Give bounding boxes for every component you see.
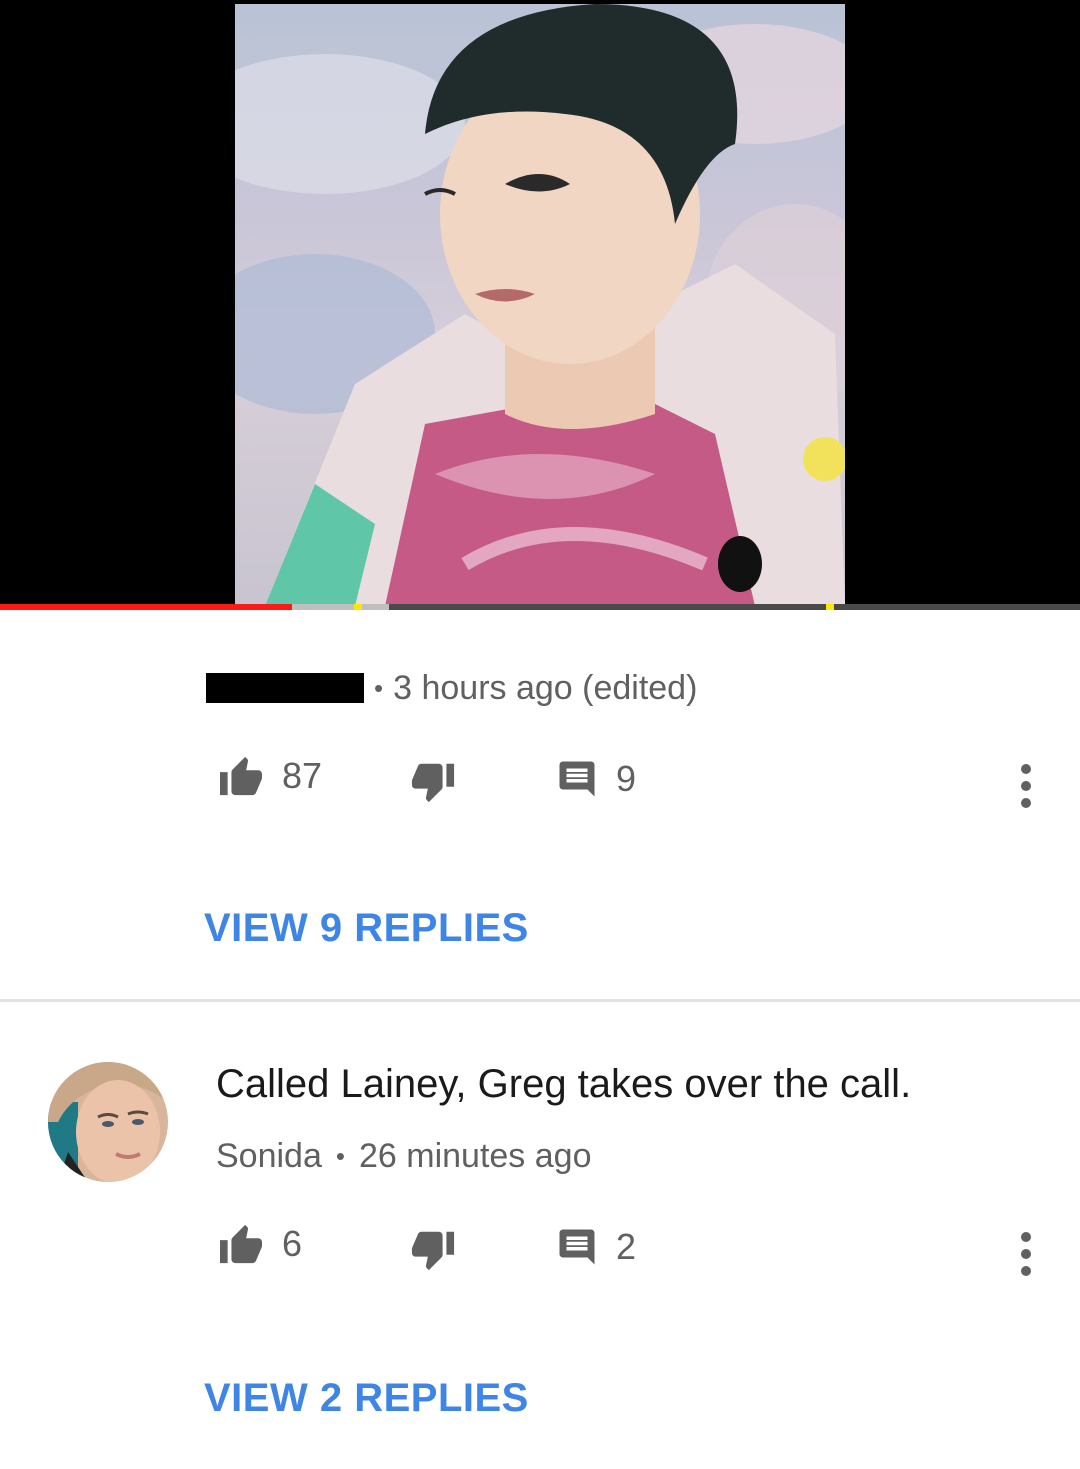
reply-button[interactable]: 2 bbox=[556, 1226, 636, 1268]
comment-actions: 6 2 bbox=[0, 1218, 1080, 1278]
comment-actions: 87 9 bbox=[0, 750, 1080, 810]
comment-icon bbox=[559, 1229, 595, 1265]
comment-thread: Called Lainey, Greg takes over the call.… bbox=[0, 1002, 1080, 1469]
comment-thread: • 3 hours ago (edited) 87 9 VIEW 9 REPLI… bbox=[0, 610, 1080, 1000]
comment-text: Called Lainey, Greg takes over the call. bbox=[216, 1062, 912, 1106]
avatar[interactable] bbox=[48, 1062, 168, 1182]
meta-separator: • bbox=[335, 1140, 345, 1171]
view-replies-link[interactable]: VIEW 2 REPLIES bbox=[204, 1376, 529, 1421]
video-frame[interactable] bbox=[235, 4, 845, 606]
more-vert-icon[interactable] bbox=[1012, 763, 1040, 809]
dislike-button[interactable] bbox=[410, 1226, 456, 1272]
like-count: 87 bbox=[282, 755, 323, 796]
dislike-button[interactable] bbox=[410, 758, 456, 804]
comment-timestamp: 26 minutes ago bbox=[358, 1136, 592, 1175]
reply-count: 2 bbox=[616, 1226, 637, 1267]
comment-icon bbox=[559, 761, 595, 797]
thumbs-down-icon bbox=[411, 1231, 455, 1271]
avatar-image bbox=[48, 1062, 168, 1182]
like-count: 6 bbox=[282, 1223, 303, 1264]
comment-meta: • 3 hours ago (edited) bbox=[206, 668, 697, 708]
reply-button[interactable]: 9 bbox=[556, 758, 636, 800]
thumbs-down-icon bbox=[411, 763, 455, 803]
meta-separator: • bbox=[374, 672, 384, 703]
comment-author[interactable]: Sonida bbox=[216, 1137, 322, 1176]
more-vert-icon[interactable] bbox=[1012, 1231, 1040, 1277]
thumbs-up-icon bbox=[220, 756, 262, 796]
video-player[interactable] bbox=[0, 0, 1080, 610]
comment-timestamp: 3 hours ago (edited) bbox=[393, 668, 698, 707]
like-button[interactable]: 6 bbox=[218, 1223, 302, 1265]
redacted-author-name bbox=[206, 673, 364, 703]
view-replies-link[interactable]: VIEW 9 REPLIES bbox=[204, 906, 529, 951]
video-thumbnail-image bbox=[235, 4, 845, 606]
reply-count: 9 bbox=[616, 758, 637, 799]
thumbs-up-icon bbox=[220, 1224, 262, 1264]
like-button[interactable]: 87 bbox=[218, 755, 322, 797]
comment-meta: Sonida • 26 minutes ago bbox=[216, 1136, 591, 1176]
